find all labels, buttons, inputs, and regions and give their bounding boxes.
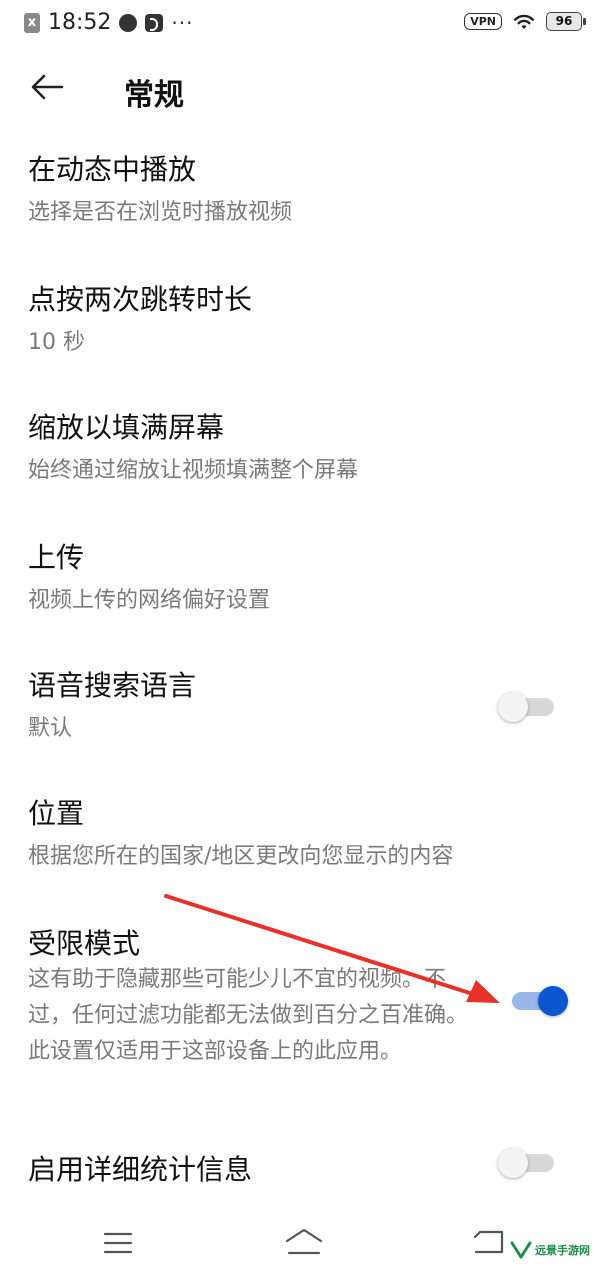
watermark: 远景手游网	[510, 1240, 590, 1260]
setting-desc: 始终通过缩放让视频填满整个屏幕	[28, 458, 359, 483]
notification-x-icon: x	[24, 12, 40, 33]
menu-icon[interactable]	[102, 1230, 134, 1256]
setting-title: 缩放以填满屏幕	[28, 411, 225, 444]
app-header: 常规	[0, 60, 606, 120]
watermark-text: 远景手游网	[535, 1244, 590, 1257]
restricted-mode-toggle[interactable]	[512, 986, 568, 1016]
setting-title: 受限模式	[28, 927, 141, 960]
setting-double-tap-seek[interactable]: 点按两次跳转时长 10 秒	[0, 278, 606, 368]
setting-desc: 根据您所在的国家/地区更改向您显示的内容	[28, 844, 454, 869]
setting-location[interactable]: 位置 根据您所在的国家/地区更改向您显示的内容	[0, 792, 606, 882]
tiktok-notification-icon	[145, 13, 164, 32]
page-title: 常规	[124, 78, 184, 113]
setting-title: 启用详细统计信息	[28, 1153, 253, 1186]
setting-autoplay-in-feed[interactable]: 在动态中播放 选择是否在浏览时播放视频	[0, 148, 606, 238]
setting-title: 语音搜索语言	[28, 669, 197, 702]
stats-for-nerds-toggle[interactable]	[498, 1148, 554, 1178]
setting-desc: 10 秒	[28, 330, 85, 355]
setting-zoom-to-fill[interactable]: 缩放以填满屏幕 始终通过缩放让视频填满整个屏幕	[0, 406, 606, 722]
setting-desc: 视频上传的网络偏好设置	[28, 588, 271, 613]
setting-title: 位置	[28, 797, 85, 830]
vpn-badge: VPN	[464, 13, 502, 30]
watermark-logo-icon	[510, 1241, 532, 1259]
setting-title: 点按两次跳转时长	[28, 283, 253, 316]
status-bar-right: VPN 96	[464, 12, 586, 31]
status-time: 18:52	[48, 10, 112, 35]
wifi-icon	[514, 14, 534, 29]
more-notifications-icon: ···	[171, 10, 194, 35]
setting-title: 上传	[28, 541, 85, 574]
home-icon[interactable]	[284, 1226, 324, 1258]
setting-title: 在动态中播放	[28, 153, 197, 186]
setting-voice-search-language[interactable]: 语音搜索语言 默认	[0, 664, 606, 754]
settings-page: x 18:52 ··· VPN 96 常规 在动态中播放 选择是否在浏览时播放视…	[0, 0, 606, 1280]
battery-indicator: 96	[546, 12, 586, 31]
back-nav-icon[interactable]	[472, 1228, 506, 1256]
toggle-knob	[498, 1148, 528, 1178]
back-arrow-icon[interactable]	[30, 72, 64, 102]
setting-upload[interactable]: 上传 视频上传的网络偏好设置	[0, 536, 606, 626]
status-bar-left: x 18:52 ···	[24, 10, 193, 35]
setting-desc: 默认	[28, 716, 73, 741]
battery-level: 96	[555, 14, 573, 28]
app-notification-icon	[119, 13, 138, 32]
status-bar: x 18:52 ··· VPN 96	[0, 0, 606, 48]
setting-desc: 选择是否在浏览时播放视频	[28, 200, 293, 225]
toggle-knob	[538, 986, 568, 1016]
setting-desc: 这有助于隐藏那些可能少儿不宜的视频。不过，任何过滤功能都无法做到百分之百准确。此…	[28, 967, 469, 1064]
